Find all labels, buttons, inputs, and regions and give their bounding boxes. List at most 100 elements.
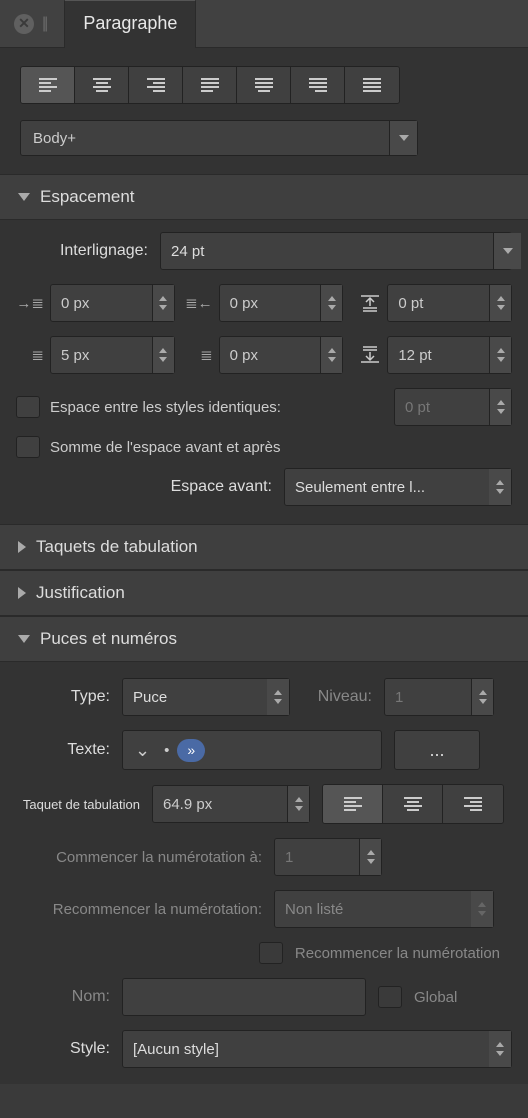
indent-left-value: 0 px xyxy=(61,295,89,312)
bullet-type-label: Type: xyxy=(16,688,110,706)
leading-label: Interlignage: xyxy=(16,242,148,260)
bullet-align-left-button[interactable] xyxy=(323,785,383,823)
tab-bar: ✕ || Paragraphe xyxy=(0,0,528,48)
section-bullets-content: Type: Puce Niveau: 1 Texte: ⌄ • » ... Ta… xyxy=(0,662,528,1084)
bullet-text-label: Texte: xyxy=(16,741,110,759)
justify-left-button[interactable] xyxy=(183,67,237,103)
sum-space-checkbox[interactable] xyxy=(16,436,40,458)
start-at-value: 1 xyxy=(285,849,293,866)
section-espacement-content: Interlignage: 24 pt →≣ 0 px ≣← 0 px xyxy=(0,220,528,524)
same-style-space-label: Espace entre les styles identiques: xyxy=(50,399,384,416)
space-before-icon xyxy=(353,294,381,312)
space-before-value: 0 pt xyxy=(398,295,423,312)
global-label: Global xyxy=(414,989,457,1006)
restart-label: Recommencer la numérotation: xyxy=(16,901,262,918)
spinner-icon xyxy=(359,839,381,875)
bullet-tab-input[interactable]: 64.9 px xyxy=(152,785,310,823)
indent-left-icon: →≣ xyxy=(16,294,44,312)
list-style-select[interactable]: [Aucun style] xyxy=(122,1030,512,1068)
restart-numbering-checkbox xyxy=(259,942,283,964)
bullet-text-input[interactable]: ⌄ • » xyxy=(122,730,382,770)
justify-right-button[interactable] xyxy=(291,67,345,103)
bullet-tab-label: Taquet de tabulation xyxy=(16,797,140,812)
paragraph-style-select[interactable]: Body+ xyxy=(20,120,418,156)
last-line-input[interactable]: 0 px xyxy=(219,336,344,374)
space-after-icon xyxy=(353,346,381,364)
leading-select[interactable]: 24 pt xyxy=(160,232,512,270)
bullet-level-input: 1 xyxy=(384,678,494,716)
tab-paragraph[interactable]: Paragraphe xyxy=(64,0,196,48)
first-line-value: 5 px xyxy=(61,347,89,364)
spinner-icon[interactable] xyxy=(489,285,511,321)
bullet-text-chevron: ⌄ xyxy=(129,740,156,761)
space-before-mode-value: Seulement entre l... xyxy=(295,479,425,496)
first-line-icon: ≣ xyxy=(16,346,44,364)
disclosure-down-icon xyxy=(18,635,30,643)
space-after-input[interactable]: 12 pt xyxy=(387,336,512,374)
updown-icon xyxy=(489,469,511,505)
text-align-group xyxy=(20,66,400,104)
section-bullets-header[interactable]: Puces et numéros xyxy=(0,616,528,662)
start-at-input: 1 xyxy=(274,838,382,876)
section-espacement-title: Espacement xyxy=(40,187,135,207)
section-justification-header[interactable]: Justification xyxy=(0,570,528,616)
disclosure-down-icon xyxy=(18,193,30,201)
same-style-space-checkbox[interactable] xyxy=(16,396,40,418)
spinner-icon[interactable] xyxy=(320,285,342,321)
justify-center-button[interactable] xyxy=(237,67,291,103)
disclosure-right-icon xyxy=(18,541,26,553)
disclosure-right-icon xyxy=(18,587,26,599)
start-at-label: Commencer la numérotation à: xyxy=(16,849,262,866)
space-before-mode-select[interactable]: Seulement entre l... xyxy=(284,468,512,506)
bullet-tab-value: 64.9 px xyxy=(163,796,212,813)
align-center-button[interactable] xyxy=(75,67,129,103)
spinner-icon[interactable] xyxy=(287,786,309,822)
indent-left-input[interactable]: 0 px xyxy=(50,284,175,322)
align-right-button[interactable] xyxy=(129,67,183,103)
list-style-label: Style: xyxy=(16,1040,110,1058)
spinner-icon[interactable] xyxy=(320,337,342,373)
name-label: Nom: xyxy=(16,988,110,1006)
bullet-text-more-button[interactable]: ... xyxy=(394,730,480,770)
align-left-button[interactable] xyxy=(21,67,75,103)
same-style-space-input: 0 pt xyxy=(394,388,512,426)
section-bullets-title: Puces et numéros xyxy=(40,629,177,649)
updown-icon xyxy=(471,891,493,927)
space-before-input[interactable]: 0 pt xyxy=(387,284,512,322)
restart-numbering-label: Recommencer la numérotation xyxy=(295,945,500,962)
spinner-icon[interactable] xyxy=(152,337,174,373)
bullet-align-center-button[interactable] xyxy=(383,785,443,823)
bullet-text-dot: • xyxy=(164,742,169,759)
bullet-type-value: Puce xyxy=(133,689,167,706)
spinner-icon[interactable] xyxy=(489,337,511,373)
chevron-down-icon xyxy=(399,135,409,141)
justify-full-button[interactable] xyxy=(345,67,399,103)
bullet-align-right-button[interactable] xyxy=(443,785,503,823)
spinner-icon xyxy=(489,389,511,425)
bullet-type-select[interactable]: Puce xyxy=(122,678,290,716)
space-after-value: 12 pt xyxy=(398,347,431,364)
indent-right-input[interactable]: 0 px xyxy=(219,284,344,322)
updown-icon xyxy=(267,679,289,715)
first-line-input[interactable]: 5 px xyxy=(50,336,175,374)
bullet-level-label: Niveau: xyxy=(302,688,372,706)
leading-value: 24 pt xyxy=(171,243,204,260)
last-line-value: 0 px xyxy=(230,347,258,364)
paragraph-panel: Body+ xyxy=(0,48,528,174)
restart-select: Non listé xyxy=(274,890,494,928)
same-style-space-value: 0 pt xyxy=(405,399,430,416)
close-icon[interactable]: ✕ xyxy=(14,14,34,34)
global-checkbox xyxy=(378,986,402,1008)
chevron-down-icon xyxy=(503,248,513,254)
sum-space-label: Somme de l'espace avant et après xyxy=(50,439,281,456)
last-line-icon: ≣ xyxy=(185,346,213,364)
updown-icon xyxy=(489,1031,511,1067)
drag-handle-icon[interactable]: || xyxy=(42,15,46,33)
spinner-icon[interactable] xyxy=(152,285,174,321)
section-justification-title: Justification xyxy=(36,583,125,603)
section-tabstops-header[interactable]: Taquets de tabulation xyxy=(0,524,528,570)
section-espacement-header[interactable]: Espacement xyxy=(0,174,528,220)
indent-right-icon: ≣← xyxy=(185,294,213,312)
indent-right-value: 0 px xyxy=(230,295,258,312)
bullet-text-pill: » xyxy=(177,739,205,762)
